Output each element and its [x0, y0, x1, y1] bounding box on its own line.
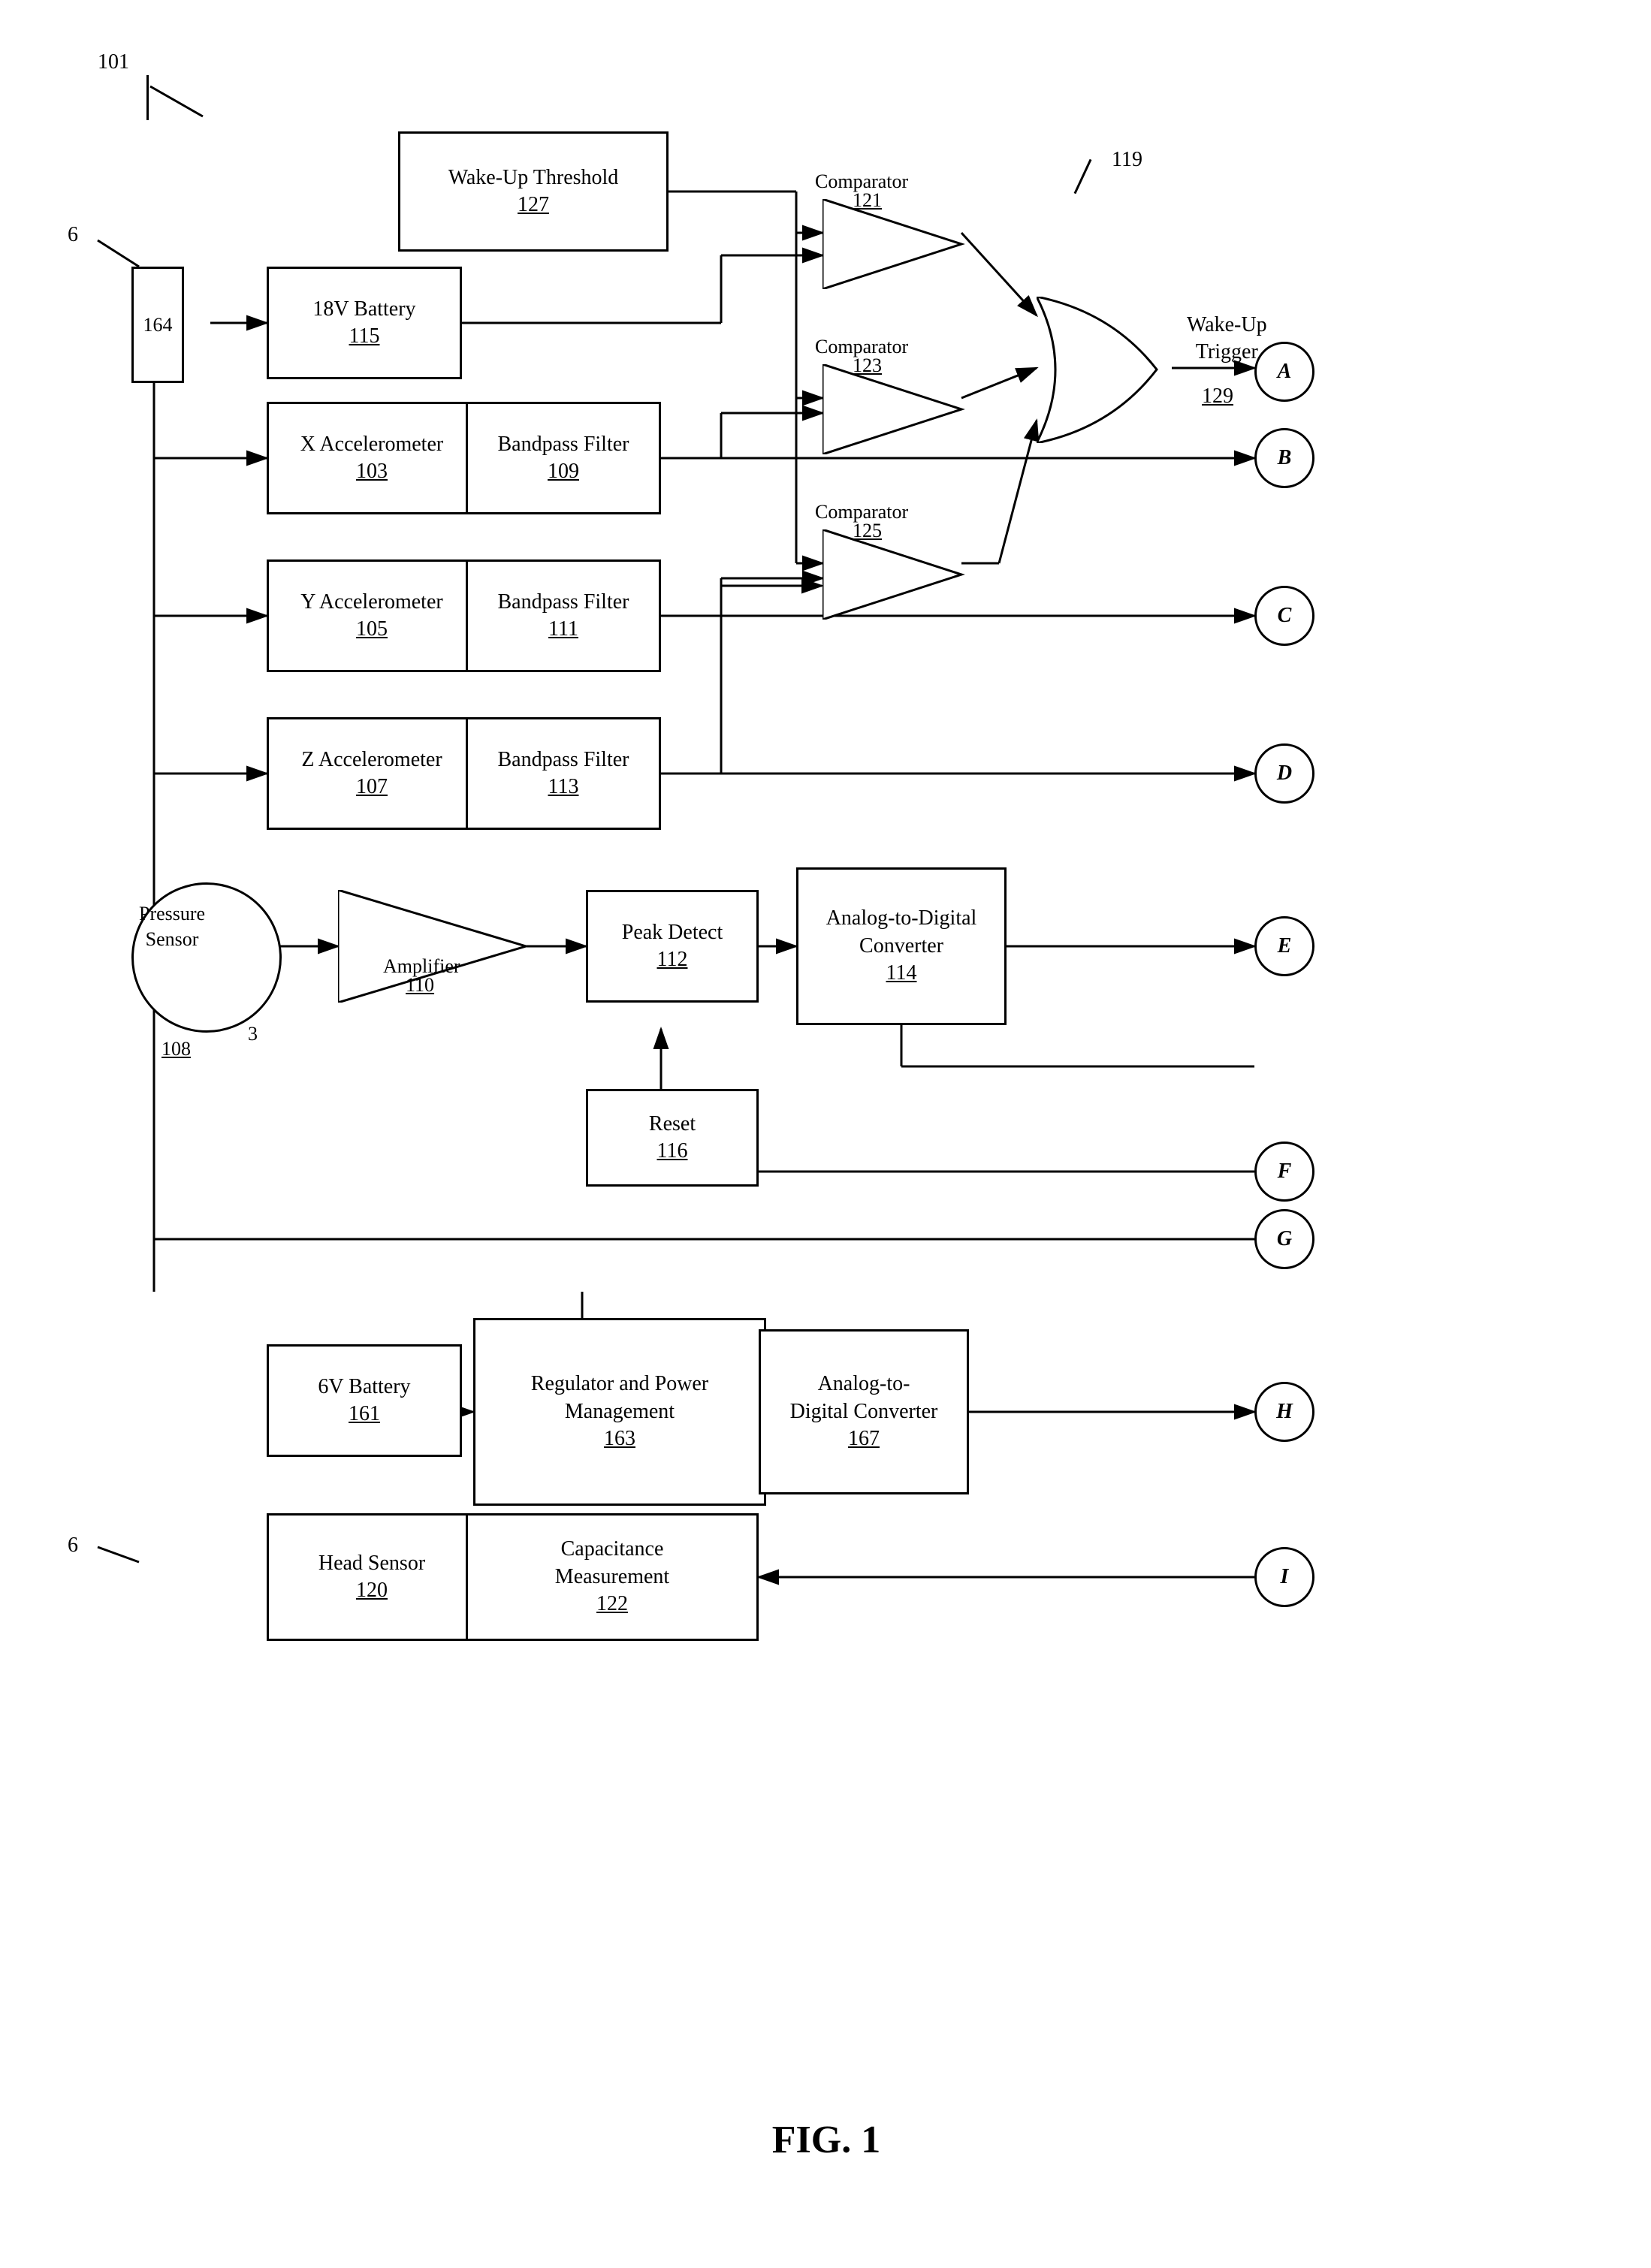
- connector-f: F: [1254, 1142, 1314, 1202]
- comparator-121-ref: 121: [853, 188, 882, 213]
- reset-block: Reset 116: [586, 1089, 759, 1187]
- comparator-123: Comparator 123: [822, 364, 965, 458]
- adc-167-block: Analog-to- Digital Converter 167: [759, 1329, 969, 1494]
- comparator-125-ref: 125: [853, 518, 882, 544]
- amplifier: Amplifier 110: [338, 890, 526, 1006]
- ref-101-line: [146, 75, 149, 120]
- head-sensor-block: Head Sensor 120: [267, 1513, 477, 1641]
- connector-g: G: [1254, 1209, 1314, 1269]
- connector-b: B: [1254, 428, 1314, 488]
- connector-h: H: [1254, 1382, 1314, 1442]
- wake-up-trigger-ref: 129: [1202, 383, 1233, 410]
- wake-up-trigger-label: Wake-UpTrigger: [1187, 312, 1267, 366]
- bandpass-113-block: Bandpass Filter 113: [466, 717, 661, 830]
- connector-e: E: [1254, 916, 1314, 976]
- ref-119-label: 119: [1112, 146, 1142, 173]
- z-accel-block: Z Accelerometer 107: [267, 717, 477, 830]
- battery-18v-block: 18V Battery 115: [267, 267, 462, 379]
- amplifier-ref: 110: [406, 973, 434, 998]
- x-accel-block: X Accelerometer 103: [267, 402, 477, 514]
- or-gate-svg: [1037, 297, 1176, 443]
- reg-power-block: Regulator and Power Management 163: [473, 1318, 766, 1506]
- comparator-121: Comparator 121: [822, 199, 965, 293]
- pressure-sensor-label: PressureSensor: [139, 901, 205, 952]
- bandpass-109-block: Bandpass Filter 109: [466, 402, 661, 514]
- diagram: 101 6 164 Wake-Up Threshold 127 18V Batt…: [0, 0, 1651, 2268]
- bandpass-111-block: Bandpass Filter 111: [466, 559, 661, 672]
- fig-label: FIG. 1: [601, 2118, 1052, 2162]
- comparator-125-svg: [822, 529, 965, 620]
- or-gate: [1037, 297, 1176, 447]
- connector-i: I: [1254, 1547, 1314, 1607]
- connector-a: A: [1254, 342, 1314, 402]
- connector-d: D: [1254, 743, 1314, 804]
- ref-119-line: [1074, 159, 1092, 195]
- comparator-125: Comparator 125: [822, 529, 965, 623]
- ref-101-label: 101: [98, 49, 129, 76]
- ref-6-bottom-label: 6: [68, 1532, 78, 1559]
- connector-c: C: [1254, 586, 1314, 646]
- peak-detect-block: Peak Detect 112: [586, 890, 759, 1003]
- ref-3-label: 3: [248, 1021, 258, 1047]
- wake-up-threshold-block: Wake-Up Threshold 127: [398, 131, 669, 252]
- ref-6-top-label: 6: [68, 222, 78, 249]
- pressure-sensor-ref: 108: [161, 1036, 191, 1062]
- comparator-121-svg: [822, 199, 965, 289]
- box-164: 164: [131, 267, 184, 383]
- comparator-123-svg: [822, 364, 965, 454]
- y-accel-block: Y Accelerometer 105: [267, 559, 477, 672]
- battery-6v-block: 6V Battery 161: [267, 1344, 462, 1457]
- comparator-123-ref: 123: [853, 353, 882, 379]
- capacitance-block: Capacitance Measurement 122: [466, 1513, 759, 1641]
- adc-114-block: Analog-to-Digital Converter 114: [796, 867, 1007, 1025]
